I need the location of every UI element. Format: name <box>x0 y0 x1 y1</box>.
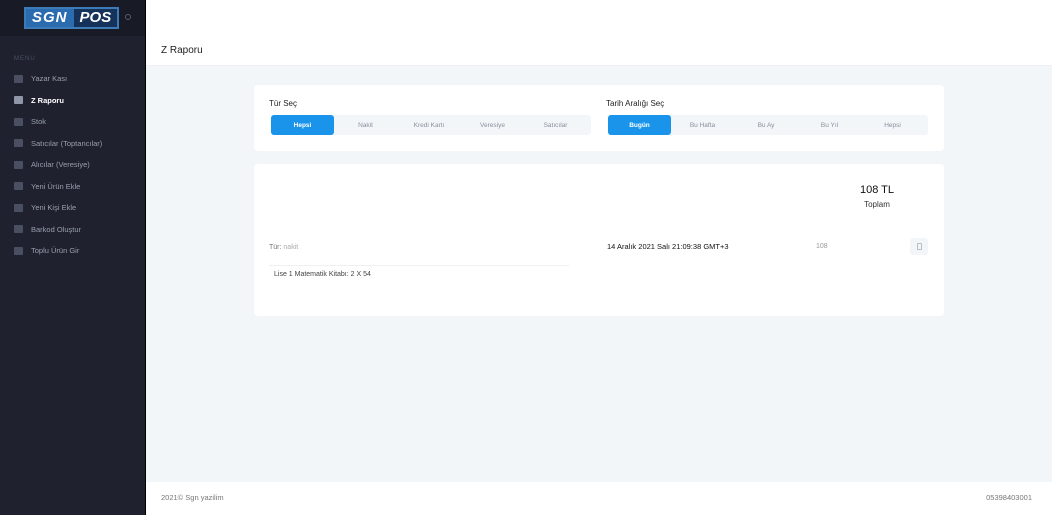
page-header: Z Raporu <box>146 0 1052 66</box>
filter-card: Tür Seç Hepsi Nakit Kredi Kartı Veresiye… <box>254 85 944 151</box>
type-option-hepsi[interactable]: Hepsi <box>271 115 334 135</box>
box-icon <box>14 117 23 126</box>
sidebar-item-stok[interactable]: Stok <box>0 111 145 133</box>
page-footer: 2021© Sgn yazilim 05398403001 <box>146 482 1052 515</box>
page-title: Z Raporu <box>161 45 203 56</box>
type-option-kredi-karti[interactable]: Kredi Kartı <box>397 115 461 135</box>
sidebar-item-label: Barkod Oluştur <box>31 224 82 234</box>
transaction-type-prefix: Tür: <box>269 244 282 251</box>
date-option-bu-ay[interactable]: Bu Ay <box>734 115 798 135</box>
type-option-nakit[interactable]: Nakit <box>334 115 397 135</box>
transaction-type: Tür: nakit <box>269 244 298 251</box>
date-option-hepsi[interactable]: Hepsi <box>861 115 924 135</box>
sidebar-item-label: Yeni Ürün Ekle <box>31 181 81 191</box>
sidebar-item-label: Alıcılar (Veresiye) <box>31 160 90 170</box>
add-person-icon <box>14 203 23 212</box>
receipt-button[interactable] <box>910 238 928 255</box>
user-report-icon <box>14 96 23 105</box>
type-filter-group: Hepsi Nakit Kredi Kartı Veresiye Satıcıl… <box>271 115 591 135</box>
footer-copyright: 2021© Sgn yazilim <box>161 493 224 502</box>
sidebar-item-label: Yeni Kişi Ekle <box>31 203 77 213</box>
sidebar: SGN POS MENU Yazar Kası Z Raporu Stok Sa… <box>0 0 146 515</box>
sidebar-item-z-raporu[interactable]: Z Raporu <box>0 90 145 112</box>
sidebar-item-label: Yazar Kası <box>31 74 68 84</box>
type-option-saticilar[interactable]: Satıcılar <box>524 115 587 135</box>
date-option-bugun[interactable]: Bugün <box>608 115 671 135</box>
sidebar-item-yeni-urun-ekle[interactable]: Yeni Ürün Ekle <box>0 176 145 198</box>
sidebar-item-yazar-kasi[interactable]: Yazar Kası <box>0 68 145 90</box>
document-icon <box>916 243 922 250</box>
sidebar-item-barkod-olustur[interactable]: Barkod Oluştur <box>0 219 145 241</box>
truck-icon <box>14 139 23 148</box>
chart-icon <box>14 160 23 169</box>
logo-part-sgn: SGN <box>26 9 74 27</box>
footer-phone: 05398403001 <box>986 493 1032 502</box>
transaction-item: Lise 1 Matematik Kitabı: 2 X 54 <box>274 271 371 278</box>
sidebar-item-label: Stok <box>31 117 47 127</box>
row-divider <box>269 265 569 266</box>
grid-icon <box>14 246 23 255</box>
sidebar-item-saticilar[interactable]: Satıcılar (Toptancılar) <box>0 133 145 155</box>
date-filter-group: Bugün Bu Hafta Bu Ay Bu Yıl Hepsi <box>608 115 928 135</box>
transaction-type-value: nakit <box>283 244 299 251</box>
date-option-bu-yil[interactable]: Bu Yıl <box>798 115 861 135</box>
logo-part-pos: POS <box>73 9 118 27</box>
date-filter-label: Tarih Aralığı Seç <box>606 99 665 108</box>
collapse-toggle-icon[interactable] <box>125 14 131 20</box>
total-amount: 108 TL <box>859 184 895 196</box>
type-option-veresiye[interactable]: Veresiye <box>461 115 524 135</box>
sidebar-item-label: Toplu Ürün Gir <box>31 246 80 256</box>
barcode-icon <box>14 225 23 234</box>
brand-bar: SGN POS <box>0 0 145 36</box>
tag-icon <box>14 182 23 191</box>
total-label: Toplam <box>864 200 890 209</box>
transaction-date: 14 Aralık 2021 Salı 21:09:38 GMT+3 <box>607 242 729 251</box>
sidebar-item-alicilar[interactable]: Alıcılar (Veresiye) <box>0 154 145 176</box>
cash-register-icon <box>14 74 23 83</box>
sidebar-item-yeni-kisi-ekle[interactable]: Yeni Kişi Ekle <box>0 197 145 219</box>
report-card: 108 TL Toplam Tür: nakit 14 Aralık 2021 … <box>254 164 944 316</box>
date-option-bu-hafta[interactable]: Bu Hafta <box>671 115 734 135</box>
sidebar-item-label: Z Raporu <box>31 95 64 105</box>
type-filter-label: Tür Seç <box>269 99 298 108</box>
menu-section-title: MENU <box>14 56 36 62</box>
sidebar-item-label: Satıcılar (Toptancılar) <box>31 138 103 148</box>
sgn-pos-logo[interactable]: SGN POS <box>24 7 120 29</box>
sidebar-menu: Yazar Kası Z Raporu Stok Satıcılar (Topt… <box>0 68 145 262</box>
sidebar-item-toplu-urun-gir[interactable]: Toplu Ürün Gir <box>0 240 145 262</box>
transaction-amount: 108 <box>816 243 828 250</box>
